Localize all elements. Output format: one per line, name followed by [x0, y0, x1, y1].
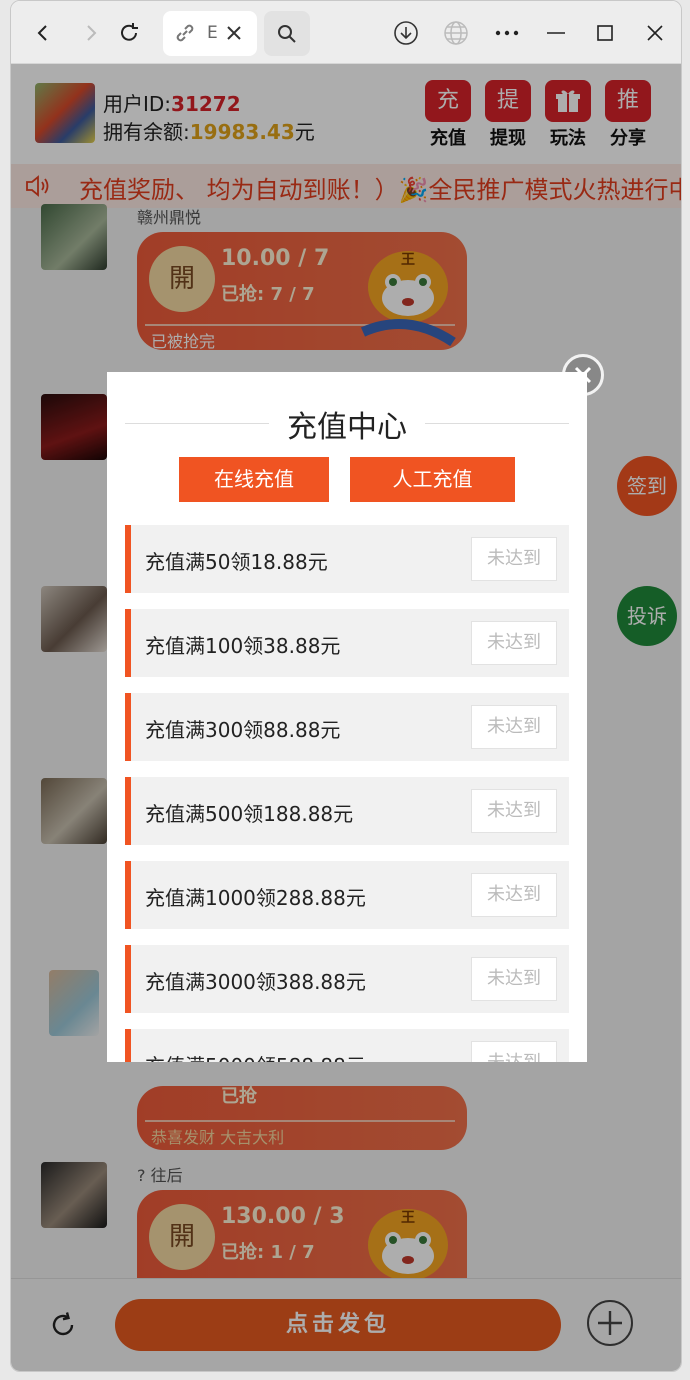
- reload-icon[interactable]: [109, 13, 149, 53]
- reward-text: 充值满3000领388.88元: [145, 970, 366, 994]
- browser-window: E 用户ID:31272 拥有余额:19983.43元 充 充值 提 提现 玩法…: [10, 0, 682, 1372]
- list-item: 充值满300领88.88元 未达到: [125, 693, 569, 761]
- link-icon: [175, 23, 195, 47]
- reward-text: 充值满500领188.88元: [145, 802, 354, 826]
- list-item: 充值满5000领588.88元 未达到: [125, 1029, 569, 1062]
- modal-title: 充值中心: [287, 410, 407, 445]
- reward-text: 充值满50领18.88元: [145, 550, 328, 574]
- reward-status-button[interactable]: 未达到: [471, 537, 557, 581]
- recharge-modal: 充值中心 在线充值 人工充值 充值满50领18.88元 未达到 充值满100领3…: [107, 372, 587, 1062]
- window-close-icon[interactable]: [635, 13, 675, 53]
- browser-toolbar: E: [11, 1, 681, 64]
- reward-status-button[interactable]: 未达到: [471, 621, 557, 665]
- reward-text: 充值满100领38.88元: [145, 634, 341, 658]
- download-icon[interactable]: [386, 13, 426, 53]
- list-item: 充值满3000领388.88元 未达到: [125, 945, 569, 1013]
- reward-status-button[interactable]: 未达到: [471, 957, 557, 1001]
- list-item: 充值满1000领288.88元 未达到: [125, 861, 569, 929]
- reward-status-button[interactable]: 未达到: [471, 705, 557, 749]
- list-item: 充值满500领188.88元 未达到: [125, 777, 569, 845]
- reward-text: 充值满5000领588.88元: [145, 1050, 366, 1062]
- globe-icon[interactable]: [436, 13, 476, 53]
- tab-online-recharge[interactable]: 在线充值: [179, 457, 329, 502]
- tab-manual-recharge[interactable]: 人工充值: [350, 457, 515, 502]
- forward-icon[interactable]: [71, 13, 111, 53]
- reward-status-button[interactable]: 未达到: [471, 873, 557, 917]
- browser-tab[interactable]: E: [163, 11, 257, 56]
- reward-status-button[interactable]: 未达到: [471, 1041, 557, 1062]
- more-icon[interactable]: [487, 13, 527, 53]
- maximize-icon[interactable]: [585, 13, 625, 53]
- list-item: 充值满100领38.88元 未达到: [125, 609, 569, 677]
- reward-text: 充值满300领88.88元: [145, 718, 341, 742]
- reward-status-button[interactable]: 未达到: [471, 789, 557, 833]
- list-item: 充值满50领18.88元 未达到: [125, 525, 569, 593]
- tab-title: E: [207, 23, 217, 43]
- reward-text: 充值满1000领288.88元: [145, 886, 366, 910]
- close-icon[interactable]: [225, 24, 243, 46]
- page: 用户ID:31272 拥有余额:19983.43元 充 充值 提 提现 玩法 推: [11, 64, 681, 1371]
- search-icon[interactable]: [264, 11, 310, 56]
- minimize-icon[interactable]: [536, 13, 576, 53]
- back-icon[interactable]: [23, 13, 63, 53]
- reward-list: 充值满50领18.88元 未达到 充值满100领38.88元 未达到 充值满30…: [125, 525, 569, 1062]
